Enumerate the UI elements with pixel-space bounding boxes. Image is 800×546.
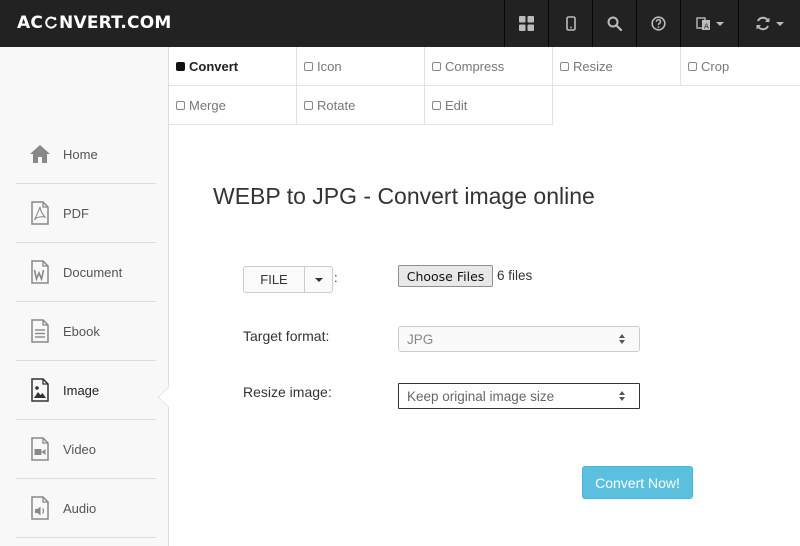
sidebar-item-video[interactable]: Video [16,420,156,479]
sidebar-item-label: Image [63,382,100,398]
mobile-button[interactable] [548,0,592,47]
brand-text-start: AC [17,13,44,33]
tab-resize[interactable]: Resize [553,47,681,86]
brand-logo[interactable]: AC NVERT.COM [17,13,172,33]
audio-file-icon [29,496,51,520]
tab-icon[interactable]: Icon [297,47,425,86]
sidebar-item-label: Document [63,264,123,280]
chevron-down-icon [715,21,724,26]
refresh-icon [756,16,770,31]
sidebar-item-image[interactable]: Image [16,361,156,420]
checkbox-icon [560,61,569,71]
mobile-phone-icon [565,16,576,31]
grid-icon [519,16,534,31]
apps-grid-button[interactable] [504,0,548,47]
tab-label: Merge [189,97,226,113]
resize-image-value: Keep original image size [407,388,555,404]
pdf-file-icon [29,201,51,225]
sidebar-item-label: Audio [63,500,97,516]
checkbox-checked-icon [176,61,185,71]
source-colon: : [334,270,338,285]
top-navbar: AC NVERT.COM A [0,0,800,47]
select-arrows-icon [619,334,626,345]
target-format-select[interactable]: JPG [398,326,640,352]
brand-text-end: NVERT.COM [59,13,172,33]
resize-image-label: Resize image: [243,384,332,400]
checkbox-icon [304,61,313,71]
sidebar-item-ebook[interactable]: Ebook [16,302,156,361]
checkbox-icon [176,100,185,110]
help-question-icon [651,16,666,31]
tab-label: Rotate [317,97,356,113]
tab-grid-filler [553,86,800,125]
select-arrows-icon [619,391,626,402]
help-button[interactable] [636,0,680,47]
active-item-pointer [158,386,169,408]
page-title: WEBP to JPG - Convert image online [213,183,595,209]
choose-files-button[interactable]: Choose Files [398,265,493,287]
tab-edit[interactable]: Edit [425,86,553,125]
image-file-icon [29,378,51,402]
sidebar-item-label: PDF [63,205,89,221]
sidebar-item-label: Ebook [63,323,100,339]
target-format-value: JPG [407,331,434,347]
tab-label: Icon [317,58,342,74]
language-translate-icon: A [695,17,710,31]
refresh-menu-button[interactable] [738,0,800,47]
chevron-down-icon [314,277,323,282]
resize-image-select[interactable]: Keep original image size [398,383,640,409]
word-document-icon [29,260,51,284]
checkbox-icon [304,100,313,110]
sidebar-item-label: Home [63,146,98,162]
search-button[interactable] [592,0,636,47]
sidebar-item-label: Video [63,441,97,457]
tab-label: Resize [573,58,613,74]
file-source-button[interactable]: FILE [243,266,305,293]
sidebar-item-audio[interactable]: Audio [16,479,156,538]
source-dropdown-toggle[interactable] [305,266,333,293]
sidebar-item-home[interactable]: Home [16,125,156,184]
home-icon [29,142,51,166]
video-file-icon [29,437,51,461]
tab-label: Compress [445,58,505,74]
tab-compress[interactable]: Compress [425,47,553,86]
tab-label: Crop [701,58,730,74]
refresh-logo-icon [45,16,58,29]
tab-label: Convert [189,58,239,74]
source-select-group: FILE [243,266,333,293]
selected-files-count: 6 files [497,268,533,283]
convert-now-button[interactable]: Convert Now! [582,466,693,499]
tab-rotate[interactable]: Rotate [297,86,425,125]
tab-merge[interactable]: Merge [169,86,297,125]
conversion-type-tabs: Convert Icon Compress Resize Crop Merge … [169,47,800,125]
sidebar-item-pdf[interactable]: PDF [16,184,156,243]
checkbox-icon [432,61,441,71]
tab-label: Edit [445,97,468,113]
sidebar: Home PDF Document Ebook Image Video Audi… [0,47,169,546]
language-button[interactable]: A [680,0,738,47]
checkbox-icon [688,61,697,71]
search-icon [607,16,622,31]
chevron-down-icon [776,21,784,26]
target-format-label: Target format: [243,328,330,344]
sidebar-item-document[interactable]: Document [16,243,156,302]
svg-text:A: A [704,23,709,31]
tab-crop[interactable]: Crop [681,47,800,86]
checkbox-icon [432,100,441,110]
tab-convert[interactable]: Convert [169,47,297,86]
ebook-file-icon [29,319,51,343]
